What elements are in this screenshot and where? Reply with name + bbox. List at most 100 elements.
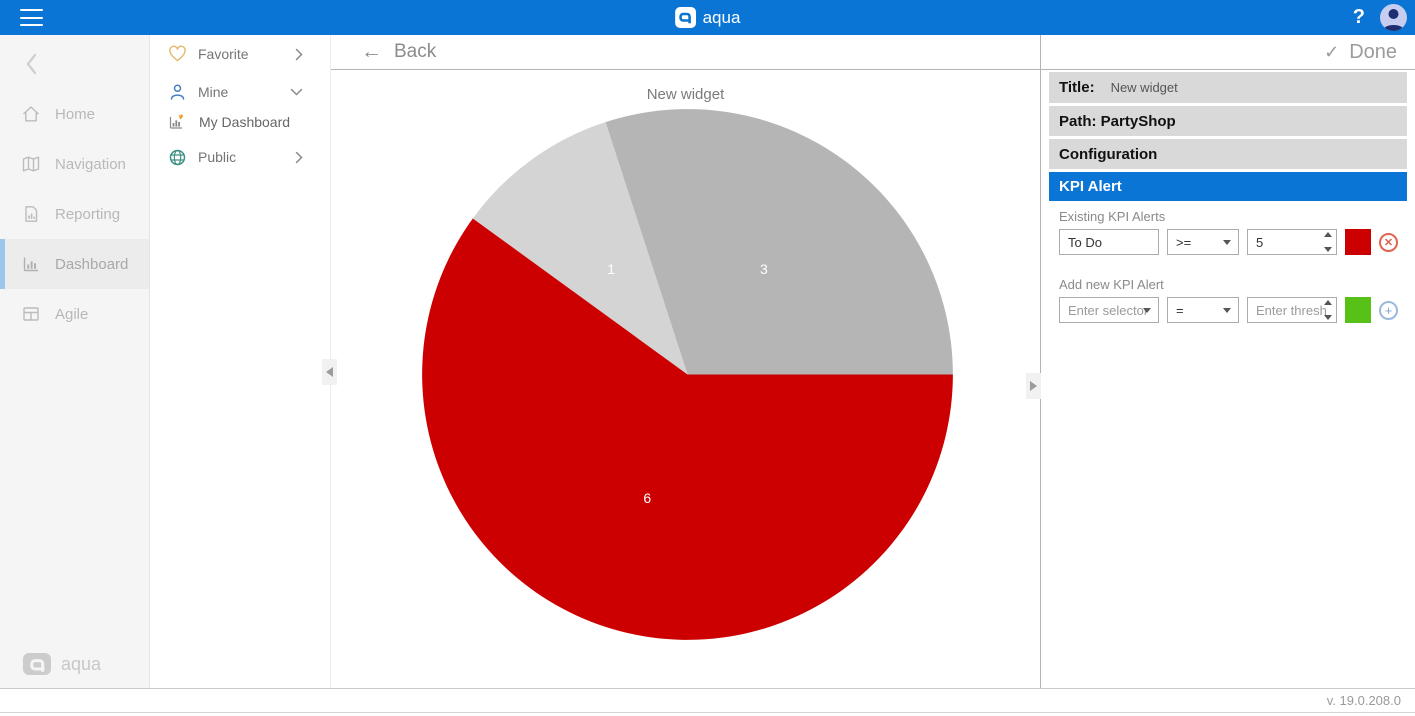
app-name: aqua — [703, 8, 741, 28]
sidebar-item-dashboard[interactable]: Dashboard — [0, 239, 149, 289]
pie-slice-label: 3 — [760, 261, 768, 277]
report-icon — [21, 204, 41, 224]
kpi-alert-label: KPI Alert — [1059, 178, 1122, 195]
sidebar-collapse-button[interactable] — [24, 51, 40, 77]
body-row: Home Navigation Reporting — [0, 35, 1415, 688]
sidebar-item-label: Home — [55, 106, 95, 123]
number-spinner[interactable] — [1324, 232, 1332, 252]
spinner-down-icon[interactable] — [1324, 315, 1332, 320]
section-title[interactable]: Title: New widget — [1049, 72, 1407, 103]
new-alert-threshold-input[interactable]: Enter thresh — [1247, 297, 1337, 323]
caret-down-icon — [1223, 308, 1231, 313]
sidebar-item-navigation[interactable]: Navigation — [0, 139, 149, 189]
existing-alert-row: >= 5 ✕ — [1059, 229, 1407, 255]
spinner-up-icon[interactable] — [1324, 232, 1332, 237]
main-content: ← Back New widget 316 — [330, 35, 1041, 688]
section-configuration[interactable]: Configuration — [1049, 139, 1407, 169]
alert-color-swatch[interactable] — [1345, 229, 1371, 255]
sidebar-footer-logo: aqua — [22, 652, 101, 676]
aqua-logo-icon — [675, 7, 696, 28]
dashboard-icon — [21, 254, 41, 274]
footer-divider — [0, 712, 1415, 713]
sidebar-item-agile[interactable]: Agile — [0, 289, 149, 339]
collapse-left-panel-handle[interactable] — [322, 359, 337, 385]
tree-item-label: My Dashboard — [199, 114, 290, 130]
user-avatar[interactable] — [1380, 4, 1407, 31]
alert-selector-input[interactable] — [1059, 229, 1159, 255]
add-alert-icon[interactable]: + — [1379, 301, 1398, 320]
app-logo: aqua — [675, 7, 741, 28]
new-alert-operator-dropdown[interactable]: = — [1167, 297, 1239, 323]
app-window: aqua ? Home — [0, 0, 1415, 716]
version-label: v. 19.0.208.0 — [1327, 693, 1401, 708]
new-alert-operator-value: = — [1176, 303, 1184, 318]
sidebar-logo-text: aqua — [61, 654, 101, 675]
path-label: Path: PartyShop — [1059, 113, 1176, 130]
section-kpi-alert[interactable]: KPI Alert — [1049, 172, 1407, 201]
tree-item-favorite[interactable]: Favorite — [150, 37, 330, 71]
globe-icon — [168, 148, 187, 167]
chevron-left-icon — [24, 52, 38, 76]
new-alert-row: Enter selector = Enter thresh — [1059, 297, 1407, 323]
kpi-alert-body: Existing KPI Alerts >= 5 — [1049, 209, 1407, 323]
heart-icon — [168, 45, 187, 63]
triangle-right-icon — [1030, 381, 1037, 391]
sidebar-item-home[interactable]: Home — [0, 89, 149, 139]
expand-right-panel-handle[interactable] — [1026, 373, 1041, 399]
chevron-right-icon[interactable] — [295, 151, 303, 164]
alert-operator-dropdown[interactable]: >= — [1167, 229, 1239, 255]
tree-item-mine[interactable]: Mine — [150, 75, 330, 109]
spinner-down-icon[interactable] — [1324, 247, 1332, 252]
tree-item-my-dashboard[interactable]: My Dashboard — [150, 109, 330, 135]
sidebar-item-label: Agile — [55, 306, 88, 323]
spinner-up-icon[interactable] — [1324, 300, 1332, 305]
top-bar: aqua ? — [0, 0, 1415, 35]
alert-selector-value[interactable] — [1060, 230, 1158, 254]
alert-threshold-input[interactable]: 5 — [1247, 229, 1337, 255]
sidebar-item-label: Reporting — [55, 206, 120, 223]
user-icon — [168, 83, 187, 101]
configuration-label: Configuration — [1059, 146, 1157, 163]
sidebar-item-label: Navigation — [55, 156, 126, 173]
alert-threshold-value[interactable]: 5 — [1248, 235, 1336, 250]
tree-item-label: Public — [198, 149, 236, 165]
done-label: Done — [1349, 41, 1397, 64]
section-path[interactable]: Path: PartyShop — [1049, 106, 1407, 136]
caret-down-icon — [1223, 240, 1231, 245]
chevron-down-icon[interactable] — [290, 88, 303, 96]
chevron-right-icon[interactable] — [295, 48, 303, 61]
help-icon[interactable]: ? — [1353, 6, 1365, 29]
aqua-logo-gray-icon — [22, 652, 52, 676]
sidebar-item-reporting[interactable]: Reporting — [0, 189, 149, 239]
back-label: Back — [394, 41, 436, 63]
widget-preview-area: New widget 316 — [331, 70, 1040, 688]
tree-item-label: Favorite — [198, 46, 249, 62]
new-alert-threshold-placeholder: Enter thresh — [1248, 303, 1336, 318]
map-icon — [21, 154, 41, 174]
pie-chart: 3 1 6 — [331, 70, 1040, 688]
new-alert-selector-dropdown[interactable]: Enter selector — [1059, 297, 1159, 323]
widget-config-panel: ✓ Done Title: New widget Path: PartyShop… — [1041, 35, 1415, 688]
tree-item-public[interactable]: Public — [150, 140, 330, 174]
avatar-silhouette-icon — [1380, 4, 1407, 31]
config-sections: Title: New widget Path: PartyShop Config… — [1041, 70, 1415, 323]
hamburger-menu-icon[interactable] — [20, 9, 43, 26]
back-button[interactable]: ← Back — [331, 35, 1040, 70]
number-spinner[interactable] — [1324, 300, 1332, 320]
pie-slice-label: 1 — [607, 261, 615, 277]
caret-down-icon — [1143, 308, 1151, 313]
alert-operator-value: >= — [1176, 235, 1191, 250]
pie-slice-label: 6 — [643, 490, 651, 506]
existing-alerts-label: Existing KPI Alerts — [1059, 209, 1407, 224]
tree-item-label: Mine — [198, 84, 228, 100]
new-alert-color-swatch[interactable] — [1345, 297, 1371, 323]
delete-alert-icon[interactable]: ✕ — [1379, 233, 1398, 252]
sidebar-item-label: Dashboard — [55, 256, 128, 273]
check-icon: ✓ — [1324, 42, 1339, 63]
title-value[interactable]: New widget — [1111, 80, 1178, 95]
home-icon — [21, 104, 41, 124]
agile-icon — [21, 304, 41, 324]
done-button[interactable]: ✓ Done — [1041, 35, 1415, 70]
sidebar-nav: Home Navigation Reporting — [0, 89, 149, 339]
title-label: Title: — [1059, 79, 1095, 96]
